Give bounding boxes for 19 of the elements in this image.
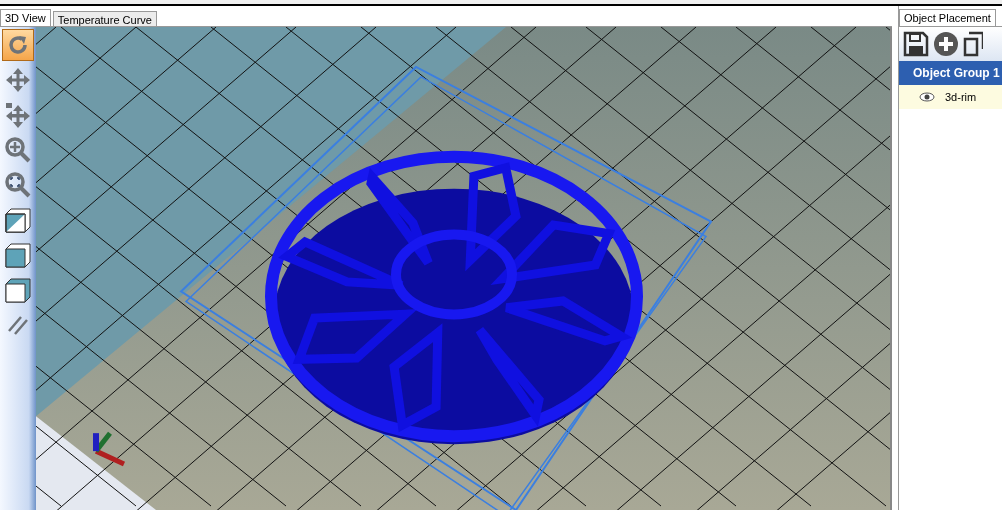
rotate-icon bbox=[6, 33, 30, 57]
cube-icon bbox=[4, 241, 32, 269]
3d-viewport-drawing[interactable] bbox=[36, 27, 890, 510]
panel-tab[interactable]: Object Placement bbox=[899, 9, 996, 26]
cube-icon bbox=[4, 276, 32, 304]
view-tab[interactable]: Temperature Curve bbox=[52, 11, 157, 26]
move-icon bbox=[4, 101, 32, 129]
view-tab[interactable]: 3D View bbox=[0, 9, 51, 26]
move-icon bbox=[4, 66, 32, 94]
eye-icon[interactable] bbox=[919, 92, 935, 102]
copy-icon[interactable] bbox=[963, 31, 983, 57]
save-icon[interactable] bbox=[903, 31, 929, 57]
cube-icon bbox=[4, 206, 32, 234]
object-row[interactable]: 3d-rim bbox=[899, 85, 1002, 109]
add-icon[interactable] bbox=[933, 31, 959, 57]
zoom-fit-icon bbox=[4, 171, 32, 199]
group-header[interactable]: Object Group 1 bbox=[899, 61, 1002, 85]
zoom-in-icon bbox=[4, 136, 32, 164]
object-name: 3d-rim bbox=[945, 91, 977, 103]
